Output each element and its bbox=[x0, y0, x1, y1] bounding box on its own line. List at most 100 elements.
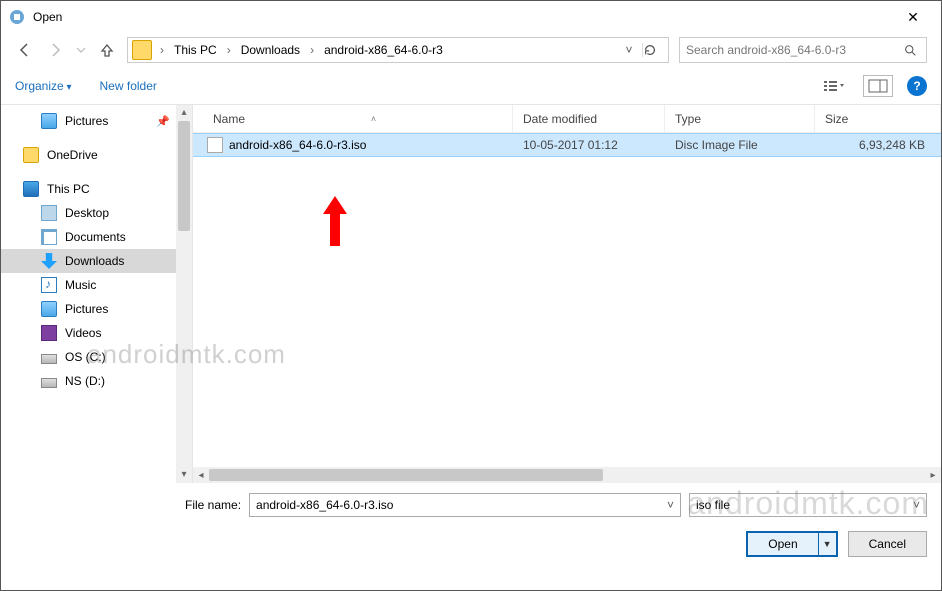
scroll-down-icon[interactable]: ▾ bbox=[181, 467, 186, 483]
nav-row: › This PC › Downloads › android-x86_64-6… bbox=[1, 33, 941, 67]
sidebar-item-pictures-2[interactable]: Pictures bbox=[1, 297, 176, 321]
filename-label: File name: bbox=[185, 498, 241, 512]
recent-dropdown[interactable] bbox=[75, 40, 87, 60]
cancel-button[interactable]: Cancel bbox=[848, 531, 927, 557]
sidebar-item-onedrive[interactable]: OneDrive bbox=[1, 143, 176, 167]
scroll-left-icon[interactable]: ◂ bbox=[193, 470, 209, 481]
refresh-button[interactable] bbox=[642, 43, 664, 57]
app-icon bbox=[9, 9, 25, 25]
chevron-right-icon[interactable]: › bbox=[308, 43, 316, 57]
drive-icon bbox=[41, 354, 57, 364]
bottom-panel: File name: android-x86_64-6.0-r3.iso ˅ i… bbox=[1, 483, 941, 571]
scrollbar-thumb[interactable] bbox=[178, 121, 190, 231]
sidebar-item-os-c[interactable]: OS (C:) bbox=[1, 345, 176, 369]
column-name[interactable]: Name ˄ bbox=[193, 105, 513, 132]
column-date[interactable]: Date modified bbox=[513, 105, 665, 132]
sidebar-item-label: Downloads bbox=[65, 254, 124, 268]
pictures-icon bbox=[41, 113, 57, 129]
filename-input[interactable]: android-x86_64-6.0-r3.iso ˅ bbox=[249, 493, 681, 517]
sidebar-item-label: Pictures bbox=[65, 114, 108, 128]
this-pc-icon bbox=[23, 181, 39, 197]
filename-row: File name: android-x86_64-6.0-r3.iso ˅ i… bbox=[185, 493, 927, 517]
horizontal-scrollbar[interactable]: ◂ ▸ bbox=[193, 467, 941, 483]
sidebar: Pictures 📌 OneDrive This PC Desktop Docu… bbox=[1, 105, 193, 483]
column-date-label: Date modified bbox=[523, 112, 597, 126]
sidebar-item-label: Desktop bbox=[65, 206, 109, 220]
folder-tree: Pictures 📌 OneDrive This PC Desktop Docu… bbox=[1, 105, 176, 397]
sidebar-item-this-pc[interactable]: This PC bbox=[1, 177, 176, 201]
breadcrumb-this-pc[interactable]: This PC bbox=[168, 41, 223, 59]
main-area: Pictures 📌 OneDrive This PC Desktop Docu… bbox=[1, 105, 941, 483]
file-pane: Name ˄ Date modified Type Size android-x… bbox=[193, 105, 941, 483]
filter-dropdown-icon[interactable]: ˅ bbox=[913, 498, 920, 512]
pictures-icon bbox=[41, 301, 57, 317]
window-title: Open bbox=[33, 10, 893, 24]
column-size[interactable]: Size bbox=[815, 105, 941, 132]
file-list: android-x86_64-6.0-r3.iso 10-05-2017 01:… bbox=[193, 133, 941, 467]
back-button[interactable] bbox=[15, 40, 35, 60]
address-bar[interactable]: › This PC › Downloads › android-x86_64-6… bbox=[127, 37, 669, 63]
sidebar-item-music[interactable]: Music bbox=[1, 273, 176, 297]
downloads-icon bbox=[41, 253, 57, 269]
sidebar-item-label: Music bbox=[65, 278, 96, 292]
scroll-up-icon[interactable]: ▴ bbox=[181, 105, 186, 121]
sidebar-item-label: Videos bbox=[65, 326, 101, 340]
file-type: Disc Image File bbox=[665, 138, 815, 152]
videos-icon bbox=[41, 325, 57, 341]
filter-value: iso file bbox=[696, 498, 730, 512]
file-row[interactable]: android-x86_64-6.0-r3.iso 10-05-2017 01:… bbox=[193, 133, 941, 157]
sidebar-item-label: OneDrive bbox=[47, 148, 98, 162]
column-type[interactable]: Type bbox=[665, 105, 815, 132]
desktop-icon bbox=[41, 205, 57, 221]
close-button[interactable]: ✕ bbox=[893, 9, 933, 26]
column-size-label: Size bbox=[825, 112, 848, 126]
file-name: android-x86_64-6.0-r3.iso bbox=[229, 138, 366, 152]
pin-icon: 📌 bbox=[156, 115, 170, 128]
sidebar-item-downloads[interactable]: Downloads bbox=[1, 249, 176, 273]
breadcrumb-current[interactable]: android-x86_64-6.0-r3 bbox=[318, 41, 449, 59]
up-button[interactable] bbox=[97, 40, 117, 60]
title-bar: Open ✕ bbox=[1, 1, 941, 33]
preview-pane-button[interactable] bbox=[863, 75, 893, 97]
chevron-right-icon[interactable]: › bbox=[158, 43, 166, 57]
sidebar-item-label: OS (C:) bbox=[65, 350, 106, 364]
help-button[interactable]: ? bbox=[907, 76, 927, 96]
open-button-dropdown[interactable]: ▼ bbox=[818, 533, 836, 555]
open-button-label: Open bbox=[748, 537, 817, 551]
forward-button[interactable] bbox=[45, 40, 65, 60]
scrollbar-track[interactable] bbox=[209, 467, 925, 483]
file-size: 6,93,248 KB bbox=[815, 138, 941, 152]
scrollbar-track[interactable] bbox=[176, 121, 192, 467]
button-row: Open ▼ Cancel bbox=[15, 531, 927, 557]
file-date: 10-05-2017 01:12 bbox=[513, 138, 665, 152]
filename-dropdown-icon[interactable]: ˅ bbox=[667, 498, 674, 512]
sidebar-scrollbar[interactable]: ▴ ▾ bbox=[176, 105, 192, 483]
file-type-filter[interactable]: iso file ˅ bbox=[689, 493, 927, 517]
sidebar-item-label: Documents bbox=[65, 230, 126, 244]
new-folder-button[interactable]: New folder bbox=[100, 79, 157, 93]
scroll-right-icon[interactable]: ▸ bbox=[925, 470, 941, 481]
documents-icon bbox=[41, 229, 57, 245]
sidebar-item-videos[interactable]: Videos bbox=[1, 321, 176, 345]
column-type-label: Type bbox=[675, 112, 701, 126]
sort-indicator-icon: ˄ bbox=[371, 114, 376, 124]
disc-image-icon bbox=[207, 137, 223, 153]
address-dropdown[interactable]: ˅ bbox=[618, 43, 640, 57]
sidebar-item-label: NS (D:) bbox=[65, 374, 105, 388]
toolbar: Organize New folder ? bbox=[1, 67, 941, 105]
search-icon bbox=[904, 44, 920, 57]
search-placeholder: Search android-x86_64-6.0-r3 bbox=[686, 43, 904, 57]
open-button[interactable]: Open ▼ bbox=[746, 531, 837, 557]
sidebar-item-ns-d[interactable]: NS (D:) bbox=[1, 369, 176, 393]
sidebar-item-desktop[interactable]: Desktop bbox=[1, 201, 176, 225]
chevron-right-icon[interactable]: › bbox=[225, 43, 233, 57]
breadcrumb-downloads[interactable]: Downloads bbox=[235, 41, 306, 59]
view-options-button[interactable] bbox=[819, 75, 849, 97]
search-input[interactable]: Search android-x86_64-6.0-r3 bbox=[679, 37, 927, 63]
scrollbar-thumb[interactable] bbox=[209, 469, 603, 481]
music-icon bbox=[41, 277, 57, 293]
sidebar-item-pictures[interactable]: Pictures 📌 bbox=[1, 109, 176, 133]
sidebar-item-documents[interactable]: Documents bbox=[1, 225, 176, 249]
drive-icon bbox=[41, 378, 57, 388]
organize-menu[interactable]: Organize bbox=[15, 79, 72, 93]
